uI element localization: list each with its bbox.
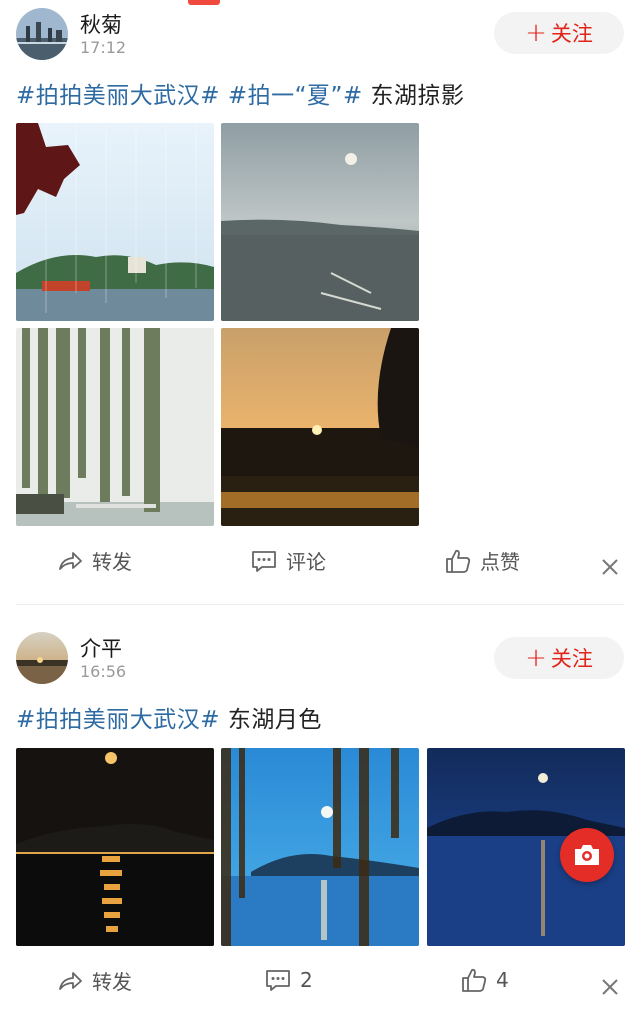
thumbs-up-icon	[462, 968, 487, 992]
share-label: 转发	[92, 550, 132, 574]
camera-button[interactable]	[560, 828, 614, 882]
share-button[interactable]: 转发	[56, 546, 132, 575]
share-arrow-icon	[59, 971, 82, 990]
post-photo[interactable]	[16, 748, 214, 946]
hashtag-link[interactable]: #拍拍美丽大武汉#	[16, 83, 220, 109]
avatar[interactable]	[16, 632, 68, 684]
comment-button[interactable]: 评论	[250, 546, 326, 575]
like-count: 4	[496, 968, 509, 992]
post-text: #拍拍美丽大武汉# 东湖月色	[16, 700, 322, 734]
comment-bubble-icon	[266, 970, 290, 991]
plus-icon: +	[525, 18, 547, 48]
post-time: 17:12	[80, 38, 127, 57]
comment-button[interactable]: 2	[264, 966, 313, 994]
feed-post: 介平 16:56 + 关注 #拍拍美丽大武汉# 东湖月色 转发 2 4	[0, 604, 640, 1011]
like-button[interactable]: 4	[460, 966, 509, 994]
comment-count: 2	[300, 968, 313, 992]
post-photo[interactable]	[221, 328, 419, 526]
post-caption: 东湖月色	[227, 707, 322, 733]
user-name[interactable]: 秋菊	[80, 9, 122, 39]
share-arrow-icon	[59, 551, 82, 570]
like-label: 点赞	[480, 550, 520, 574]
comment-bubble-icon	[252, 550, 276, 572]
share-label: 转发	[92, 970, 132, 994]
hashtag-link[interactable]: #拍拍美丽大武汉#	[16, 707, 220, 733]
camera-icon	[575, 845, 599, 865]
feed-post: 秋菊 17:12 + 关注 #拍拍美丽大武汉# #拍一“夏”# 东湖掠影 转发 …	[0, 0, 640, 604]
thumbs-up-icon	[446, 549, 471, 573]
post-photo[interactable]	[221, 748, 419, 946]
post-photo[interactable]	[16, 328, 214, 526]
follow-button[interactable]: + 关注	[494, 637, 624, 679]
post-text: #拍拍美丽大武汉# #拍一“夏”# 东湖掠影	[16, 76, 465, 110]
avatar[interactable]	[16, 8, 68, 60]
close-icon[interactable]	[600, 977, 620, 997]
follow-label: 关注	[550, 647, 593, 671]
post-photo[interactable]	[221, 123, 419, 321]
follow-label: 关注	[550, 22, 593, 46]
close-icon[interactable]	[600, 557, 620, 577]
post-time: 16:56	[80, 662, 127, 681]
plus-icon: +	[525, 643, 547, 673]
share-button[interactable]: 转发	[56, 966, 132, 995]
comment-label: 评论	[286, 550, 326, 574]
post-actions: 转发 评论 点赞	[0, 546, 640, 586]
follow-button[interactable]: + 关注	[494, 12, 624, 54]
post-caption: 东湖掠影	[370, 83, 465, 109]
like-button[interactable]: 点赞	[444, 546, 520, 575]
post-actions: 转发 2 4	[0, 966, 640, 1006]
user-name[interactable]: 介平	[80, 633, 122, 663]
hashtag-link[interactable]: #拍一“夏”#	[228, 83, 363, 109]
post-photo[interactable]	[16, 123, 214, 321]
